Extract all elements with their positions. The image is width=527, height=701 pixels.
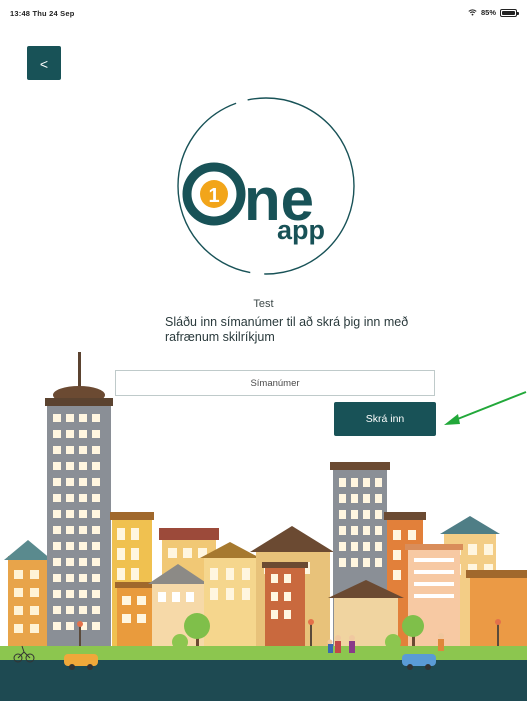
battery-icon: [500, 8, 519, 17]
test-label: Test: [253, 298, 274, 310]
login-button[interactable]: Skrá inn: [334, 402, 436, 436]
wifi-icon: [468, 9, 477, 16]
battery-percent: 85%: [480, 8, 496, 17]
logo-one-digit: 1: [208, 185, 219, 207]
annotation-arrow-icon: [444, 391, 527, 425]
logo-app-text: app: [277, 215, 325, 245]
status-time-date: 13:48 Thu 24 Sep: [10, 9, 75, 18]
status-bar: 13:48 Thu 24 Sep 85%: [0, 0, 527, 26]
phone-number-input[interactable]: [115, 370, 435, 396]
status-indicators: 85%: [468, 8, 519, 17]
oneapp-logo: 1 ne app: [177, 97, 355, 275]
back-button[interactable]: <: [27, 46, 61, 80]
